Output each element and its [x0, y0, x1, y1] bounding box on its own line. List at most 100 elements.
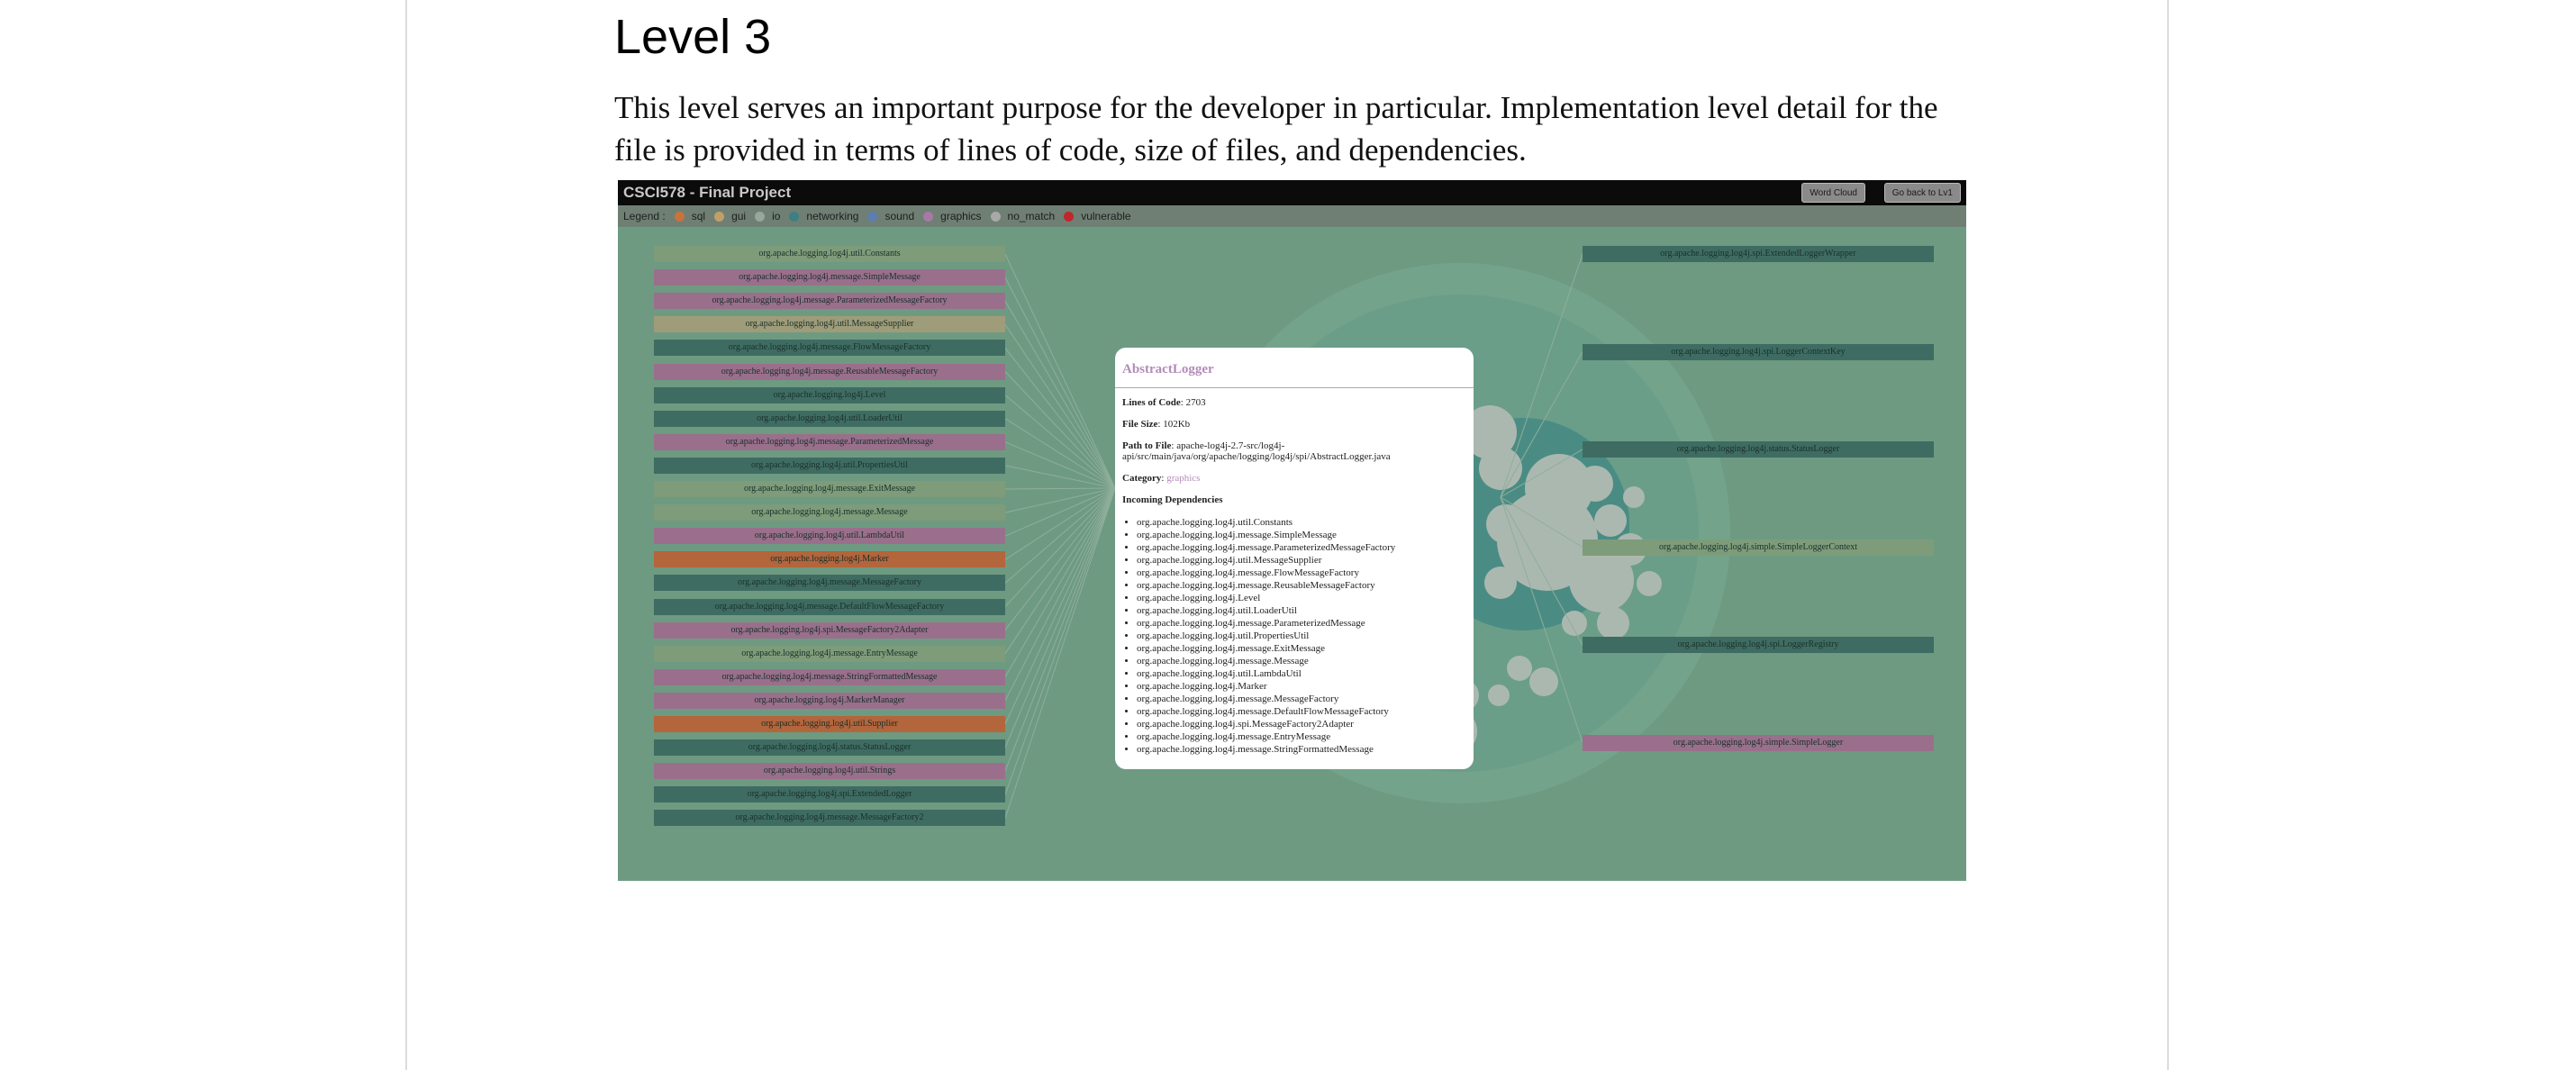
incoming-dependencies-list: org.apache.logging.log4j.util.Constantso… — [1122, 516, 1466, 756]
word-cloud-button[interactable]: Word Cloud — [1801, 183, 1865, 203]
lines-of-code-value: 2703 — [1185, 397, 1206, 408]
incoming-dependency-box[interactable]: org.apache.logging.log4j.util.Properties… — [654, 457, 1005, 474]
incoming-dependency-box[interactable]: org.apache.logging.log4j.util.LambdaUtil — [654, 528, 1005, 545]
legend-item-vulnerable: vulnerable — [1064, 210, 1131, 222]
incoming-dependency-item: org.apache.logging.log4j.util.LoaderUtil — [1137, 604, 1466, 617]
legend-label: networking — [806, 210, 859, 222]
incoming-dependency-item: org.apache.logging.log4j.message.Message… — [1137, 693, 1466, 705]
legend-label: no_match — [1007, 210, 1056, 222]
incoming-dependency-box[interactable]: org.apache.logging.log4j.util.MessageSup… — [654, 316, 1005, 333]
incoming-dependency-box[interactable]: org.apache.logging.log4j.util.Constants — [654, 246, 1005, 262]
incoming-dependency-box[interactable]: org.apache.logging.log4j.message.Message — [654, 504, 1005, 521]
incoming-dependencies-label: Incoming Dependencies — [1122, 494, 1223, 505]
dependency-line — [1004, 394, 1116, 489]
popup-title: AbstractLogger — [1122, 362, 1214, 376]
legend-item-sound: sound — [867, 210, 914, 222]
incoming-dependency-item: org.apache.logging.log4j.message.EntryMe… — [1137, 730, 1466, 743]
pack-circle — [1484, 567, 1517, 599]
outgoing-dependency-box[interactable]: org.apache.logging.log4j.spi.LoggerRegis… — [1583, 637, 1934, 653]
incoming-dependency-box[interactable]: org.apache.logging.log4j.spi.ExtendedLog… — [654, 786, 1005, 803]
dependency-line — [1004, 487, 1116, 537]
app-title: CSCI578 - Final Project — [623, 184, 792, 201]
incoming-dependency-box[interactable]: org.apache.logging.log4j.message.Default… — [654, 598, 1005, 615]
legend-dot — [1064, 211, 1075, 222]
pack-circle — [1529, 667, 1558, 696]
dependency-line — [1004, 465, 1116, 489]
dependency-line — [1004, 487, 1116, 702]
legend-title: Legend : — [623, 210, 666, 222]
legend-dot — [867, 211, 878, 222]
legend-item-sql: sql — [674, 210, 706, 222]
section-heading: Level 3 — [614, 10, 772, 64]
app-screenshot: CSCI578 - Final Project Word Cloud Go ba… — [618, 180, 1966, 881]
pack-circle — [1597, 607, 1629, 639]
incoming-dependency-box[interactable]: org.apache.logging.log4j.message.SimpleM… — [654, 269, 1005, 286]
dependency-line — [1004, 371, 1116, 489]
pack-circle — [1488, 685, 1510, 706]
incoming-dependency-box[interactable]: org.apache.logging.log4j.message.Paramet… — [654, 293, 1005, 310]
legend-dot — [674, 211, 685, 222]
incoming-dependency-box[interactable]: org.apache.logging.log4j.message.Message… — [654, 575, 1005, 592]
file-size-label: File Size — [1122, 419, 1158, 430]
popup-divider — [1115, 387, 1474, 388]
dependency-line — [1004, 487, 1116, 630]
incoming-dependency-box[interactable]: org.apache.logging.log4j.message.EntryMe… — [654, 645, 1005, 662]
outgoing-dependency-box[interactable]: org.apache.logging.log4j.status.StatusLo… — [1583, 441, 1934, 458]
incoming-dependency-box[interactable]: org.apache.logging.log4j.message.FlowMes… — [654, 340, 1005, 357]
incoming-dependency-item: org.apache.logging.log4j.message.StringF… — [1137, 743, 1466, 756]
incoming-dependency-box[interactable]: org.apache.logging.log4j.util.Strings — [654, 763, 1005, 780]
dependency-line — [1004, 487, 1116, 584]
dependency-line — [1004, 300, 1116, 489]
incoming-dependencies-heading: Incoming Dependencies — [1122, 494, 1466, 505]
dependency-line — [1004, 487, 1116, 748]
outgoing-dependency-box[interactable]: org.apache.logging.log4j.simple.SimpleLo… — [1583, 539, 1934, 556]
incoming-dependency-box[interactable]: org.apache.logging.log4j.util.LoaderUtil — [654, 410, 1005, 427]
legend-label: io — [772, 210, 781, 222]
dependency-line — [1004, 487, 1116, 795]
dependency-line — [1004, 487, 1116, 607]
incoming-dependency-box[interactable]: org.apache.logging.log4j.message.ExitMes… — [654, 481, 1005, 497]
category-value: graphics — [1166, 473, 1201, 484]
app-titlebar: CSCI578 - Final Project Word Cloud Go ba… — [618, 180, 1966, 205]
incoming-dependency-box[interactable]: org.apache.logging.log4j.Marker — [654, 551, 1005, 568]
legend-dot — [923, 211, 934, 222]
legend-item-io: io — [755, 210, 780, 222]
lines-of-code-row: Lines of Code: 2703 — [1122, 397, 1206, 408]
incoming-dependency-box[interactable]: org.apache.logging.log4j.message.Paramet… — [654, 433, 1005, 450]
legend: Legend : sql gui io networking sound graphics… — [618, 205, 1966, 227]
pack-circle — [1577, 466, 1613, 502]
pack-circle — [1637, 571, 1662, 596]
incoming-dependency-item: org.apache.logging.log4j.message.FlowMes… — [1137, 567, 1466, 579]
incoming-dependency-box[interactable]: org.apache.logging.log4j.message.StringF… — [654, 668, 1005, 685]
incoming-dependency-box[interactable]: org.apache.logging.log4j.Level — [654, 386, 1005, 404]
incoming-dependency-item: org.apache.logging.log4j.message.Default… — [1137, 705, 1466, 718]
category-row: Category: graphics — [1122, 473, 1201, 484]
incoming-dependency-item: org.apache.logging.log4j.message.Paramet… — [1137, 617, 1466, 630]
outgoing-dependency-box[interactable]: org.apache.logging.log4j.spi.LoggerConte… — [1583, 343, 1934, 360]
incoming-dependency-box[interactable]: org.apache.logging.log4j.MarkerManager — [654, 692, 1005, 709]
incoming-dependency-box[interactable]: org.apache.logging.log4j.message.Reusabl… — [654, 363, 1005, 380]
file-detail-popup: AbstractLogger Lines of Code: 2703 File … — [1115, 348, 1474, 769]
outgoing-dependency-box[interactable]: org.apache.logging.log4j.simple.SimpleLo… — [1583, 734, 1934, 751]
legend-items: sql gui io networking sound graphics no_match v… — [674, 210, 1140, 222]
incoming-dependency-box[interactable]: org.apache.logging.log4j.message.Message… — [654, 810, 1005, 827]
incoming-dependency-box[interactable]: org.apache.logging.log4j.util.Supplier — [654, 716, 1005, 732]
incoming-dependency-box[interactable]: org.apache.logging.log4j.spi.MessageFact… — [654, 621, 1005, 639]
legend-label: sound — [884, 210, 915, 222]
pack-circle — [1507, 656, 1532, 681]
legend-label: sql — [691, 210, 706, 222]
go-back-button[interactable]: Go back to Lv1 — [1883, 183, 1961, 203]
incoming-dependency-box[interactable]: org.apache.logging.log4j.status.StatusLo… — [654, 739, 1005, 757]
dependency-line — [1004, 487, 1116, 772]
pack-circle — [1594, 504, 1627, 537]
incoming-dependency-item: org.apache.logging.log4j.message.ExitMes… — [1137, 642, 1466, 655]
incoming-dependency-item: org.apache.logging.log4j.message.Paramet… — [1137, 541, 1466, 554]
incoming-dependency-item: org.apache.logging.log4j.spi.MessageFact… — [1137, 718, 1466, 730]
outgoing-dependency-box[interactable]: org.apache.logging.log4j.spi.ExtendedLog… — [1583, 246, 1934, 262]
incoming-dependency-item: org.apache.logging.log4j.message.Message — [1137, 655, 1466, 667]
legend-dot — [990, 211, 1001, 222]
section-paragraph: This level serves an important purpose f… — [614, 90, 1938, 168]
category-label: Category — [1122, 473, 1162, 484]
legend-label: vulnerable — [1081, 210, 1131, 222]
legend-item-networking: networking — [789, 210, 858, 222]
